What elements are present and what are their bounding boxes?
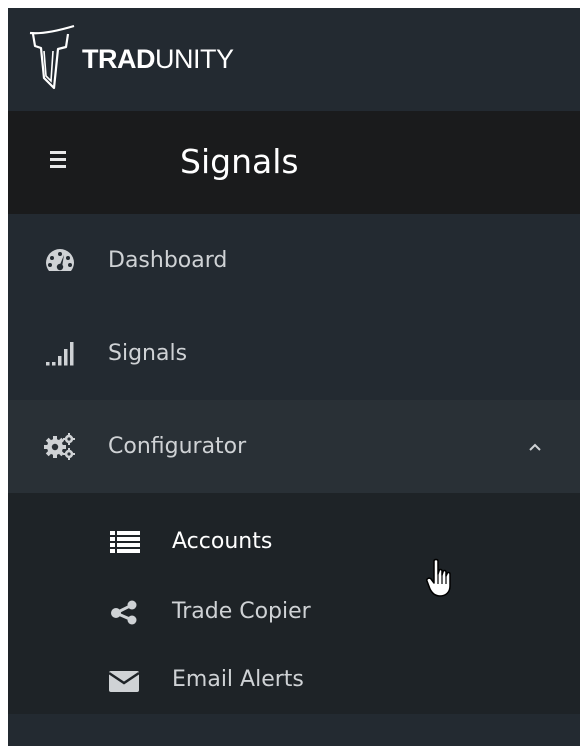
sidebar-item-label: Dashboard [108, 248, 228, 273]
brand-logo[interactable]: TRADUNITY [26, 20, 326, 90]
envelope-icon [108, 671, 140, 692]
hand-pointer-cursor-icon [426, 558, 451, 597]
cogs-icon [44, 433, 75, 460]
sidebar-item-label: Signals [108, 341, 188, 366]
sidebar-footer-strip [8, 714, 580, 746]
submenu-item-email-alerts[interactable]: Email Alerts [8, 649, 580, 709]
signal-bars-icon [46, 342, 74, 366]
page-header: Signals [8, 111, 580, 214]
brand-wordmark: TRADUNITY [82, 44, 234, 75]
brand-bar: TRADUNITY [8, 8, 580, 111]
submenu-item-accounts[interactable]: Accounts [8, 511, 580, 571]
share-icon [111, 600, 137, 625]
sidebar-menu: Dashboard Signals Configurator Accounts … [8, 214, 580, 715]
brand-name-light: UNITY [155, 44, 234, 74]
sidebar-item-configurator[interactable]: Configurator [8, 400, 580, 493]
submenu-item-trade-copier[interactable]: Trade Copier [8, 581, 580, 641]
sidebar-item-signals[interactable]: Signals [8, 307, 580, 400]
chevron-up-icon[interactable] [528, 440, 542, 454]
tradunity-logo-icon [29, 24, 75, 90]
submenu-item-label: Email Alerts [172, 667, 304, 692]
list-icon [110, 531, 140, 553]
hamburger-icon[interactable] [50, 151, 70, 168]
submenu-item-label: Trade Copier [172, 599, 311, 624]
configurator-submenu: Accounts Trade Copier Email Alerts [8, 493, 580, 715]
submenu-item-label: Accounts [172, 529, 273, 554]
brand-name-bold: TRAD [82, 44, 156, 74]
sidebar-item-label: Configurator [108, 434, 247, 459]
page-title: Signals [180, 142, 299, 181]
sidebar-item-dashboard[interactable]: Dashboard [8, 214, 580, 307]
dashboard-gauge-icon [46, 249, 74, 271]
sidebar-app: TRADUNITY Signals Dashboard Signals Conf… [8, 8, 580, 746]
